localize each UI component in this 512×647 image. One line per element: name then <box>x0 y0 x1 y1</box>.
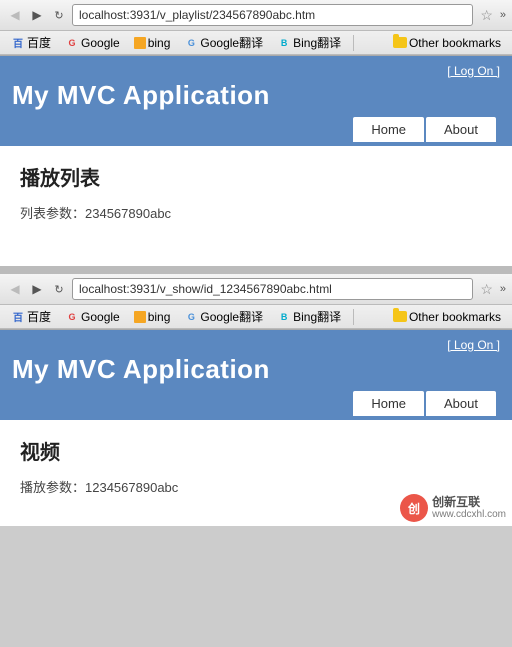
other-bookmarks-label-2: Other bookmarks <box>409 310 501 324</box>
content-area-1: 播放列表 列表参数：234567890abc <box>0 146 512 266</box>
forward-button-1[interactable]: ▶ <box>28 6 46 24</box>
bookmark-bing-label-1: bing <box>148 36 171 50</box>
address-bar-2[interactable] <box>72 278 473 300</box>
about-tab-1[interactable]: About <box>426 117 496 142</box>
star-button-1[interactable]: ☆ <box>477 7 496 24</box>
browser-toolbar-1: ◀ ▶ ↻ ☆ » <box>0 0 512 31</box>
browser-window-2: ◀ ▶ ↻ ☆ » 百 百度 G Google bing G Google翻译 <box>0 274 512 526</box>
bing-translate-icon-2: B <box>277 310 291 324</box>
log-on-link-1[interactable]: [ Log On ] <box>447 64 500 78</box>
bookmark-google-label-1: Google <box>81 36 120 50</box>
home-tab-2[interactable]: Home <box>353 391 424 416</box>
nav-bar-1: Home About <box>12 117 500 142</box>
about-tab-2[interactable]: About <box>426 391 496 416</box>
other-bookmarks-label-1: Other bookmarks <box>409 36 501 50</box>
watermark-logo: 创 <box>400 494 428 522</box>
bookmarks-sep-2 <box>353 309 354 325</box>
address-bar-1[interactable] <box>72 4 473 26</box>
app-header-1: [ Log On ] My MVC Application Home About <box>0 56 512 146</box>
bookmark-bing-1[interactable]: bing <box>129 35 176 51</box>
app-header-2: [ Log On ] My MVC Application Home About <box>0 330 512 420</box>
bing-icon-1 <box>134 37 146 49</box>
bookmarks-sep-1 <box>353 35 354 51</box>
bookmark-google-translate-label-1: Google翻译 <box>200 34 263 51</box>
other-bookmarks-2[interactable]: Other bookmarks <box>388 309 506 325</box>
star-button-2[interactable]: ☆ <box>477 281 496 298</box>
bing-translate-icon-1: B <box>277 36 291 50</box>
browser-chrome-1: ◀ ▶ ↻ ☆ » 百 百度 G Google bing G Google翻译 <box>0 0 512 56</box>
watermark: 创 创新互联 www.cdcxhl.com <box>400 494 506 522</box>
bookmark-google-2[interactable]: G Google <box>60 309 125 325</box>
log-on-area-1: [ Log On ] <box>12 64 500 78</box>
bookmark-bing-translate-label-1: Bing翻译 <box>293 34 341 51</box>
param-label-1: 列表参数： <box>20 206 85 221</box>
baidu-icon-2: 百 <box>11 310 25 324</box>
bookmark-baidu-label-1: 百度 <box>27 34 51 51</box>
bookmarks-bar-1: 百 百度 G Google bing G Google翻译 B Bing翻译 <box>0 31 512 55</box>
log-on-area-2: [ Log On ] <box>12 338 500 352</box>
browser-window-1: ◀ ▶ ↻ ☆ » 百 百度 G Google bing G Google翻译 <box>0 0 512 266</box>
google-icon-2: G <box>65 310 79 324</box>
browser-separator <box>0 266 512 274</box>
google-translate-icon-1: G <box>184 36 198 50</box>
home-tab-1[interactable]: Home <box>353 117 424 142</box>
content-heading-2: 视频 <box>20 436 492 465</box>
folder-icon-2 <box>393 311 407 322</box>
bookmark-baidu-label-2: 百度 <box>27 308 51 325</box>
bookmark-bing-translate-1[interactable]: B Bing翻译 <box>272 33 346 52</box>
folder-icon-1 <box>393 37 407 48</box>
bookmark-bing-label-2: bing <box>148 310 171 324</box>
param-label-2: 播放参数： <box>20 480 85 495</box>
content-heading-1: 播放列表 <box>20 162 492 191</box>
nav-bar-2: Home About <box>12 391 500 416</box>
bookmark-google-1[interactable]: G Google <box>60 35 125 51</box>
bookmarks-bar-2: 百 百度 G Google bing G Google翻译 B Bing翻译 <box>0 305 512 329</box>
param-value-2: 1234567890abc <box>85 480 178 495</box>
bookmark-google-translate-label-2: Google翻译 <box>200 308 263 325</box>
content-param-1: 列表参数：234567890abc <box>20 203 492 222</box>
app-title-2: My MVC Application <box>12 354 500 385</box>
forward-button-2[interactable]: ▶ <box>28 280 46 298</box>
bookmark-google-translate-2[interactable]: G Google翻译 <box>179 307 268 326</box>
bookmark-baidu-1[interactable]: 百 百度 <box>6 33 56 52</box>
svg-text:创: 创 <box>407 501 420 516</box>
bookmark-bing-translate-2[interactable]: B Bing翻译 <box>272 307 346 326</box>
back-button-1[interactable]: ◀ <box>6 6 24 24</box>
watermark-text: 创新互联 <box>432 495 506 509</box>
browser-chrome-2: ◀ ▶ ↻ ☆ » 百 百度 G Google bing G Google翻译 <box>0 274 512 330</box>
app-title-1: My MVC Application <box>12 80 500 111</box>
param-value-1: 234567890abc <box>85 206 171 221</box>
bookmark-baidu-2[interactable]: 百 百度 <box>6 307 56 326</box>
browser-toolbar-2: ◀ ▶ ↻ ☆ » <box>0 274 512 305</box>
other-bookmarks-1[interactable]: Other bookmarks <box>388 35 506 51</box>
reload-button-2[interactable]: ↻ <box>50 280 68 298</box>
bookmark-google-label-2: Google <box>81 310 120 324</box>
bookmark-google-translate-1[interactable]: G Google翻译 <box>179 33 268 52</box>
app-window-1: [ Log On ] My MVC Application Home About… <box>0 56 512 266</box>
bookmark-bing-translate-label-2: Bing翻译 <box>293 308 341 325</box>
bookmark-bing-2[interactable]: bing <box>129 309 176 325</box>
back-button-2[interactable]: ◀ <box>6 280 24 298</box>
google-icon-1: G <box>65 36 79 50</box>
log-on-link-2[interactable]: [ Log On ] <box>447 338 500 352</box>
menu-button-1[interactable]: » <box>500 9 506 21</box>
baidu-icon-1: 百 <box>11 36 25 50</box>
menu-button-2[interactable]: » <box>500 283 506 295</box>
watermark-subtext: www.cdcxhl.com <box>432 509 506 521</box>
reload-button-1[interactable]: ↻ <box>50 6 68 24</box>
google-translate-icon-2: G <box>184 310 198 324</box>
bing-icon-2 <box>134 311 146 323</box>
